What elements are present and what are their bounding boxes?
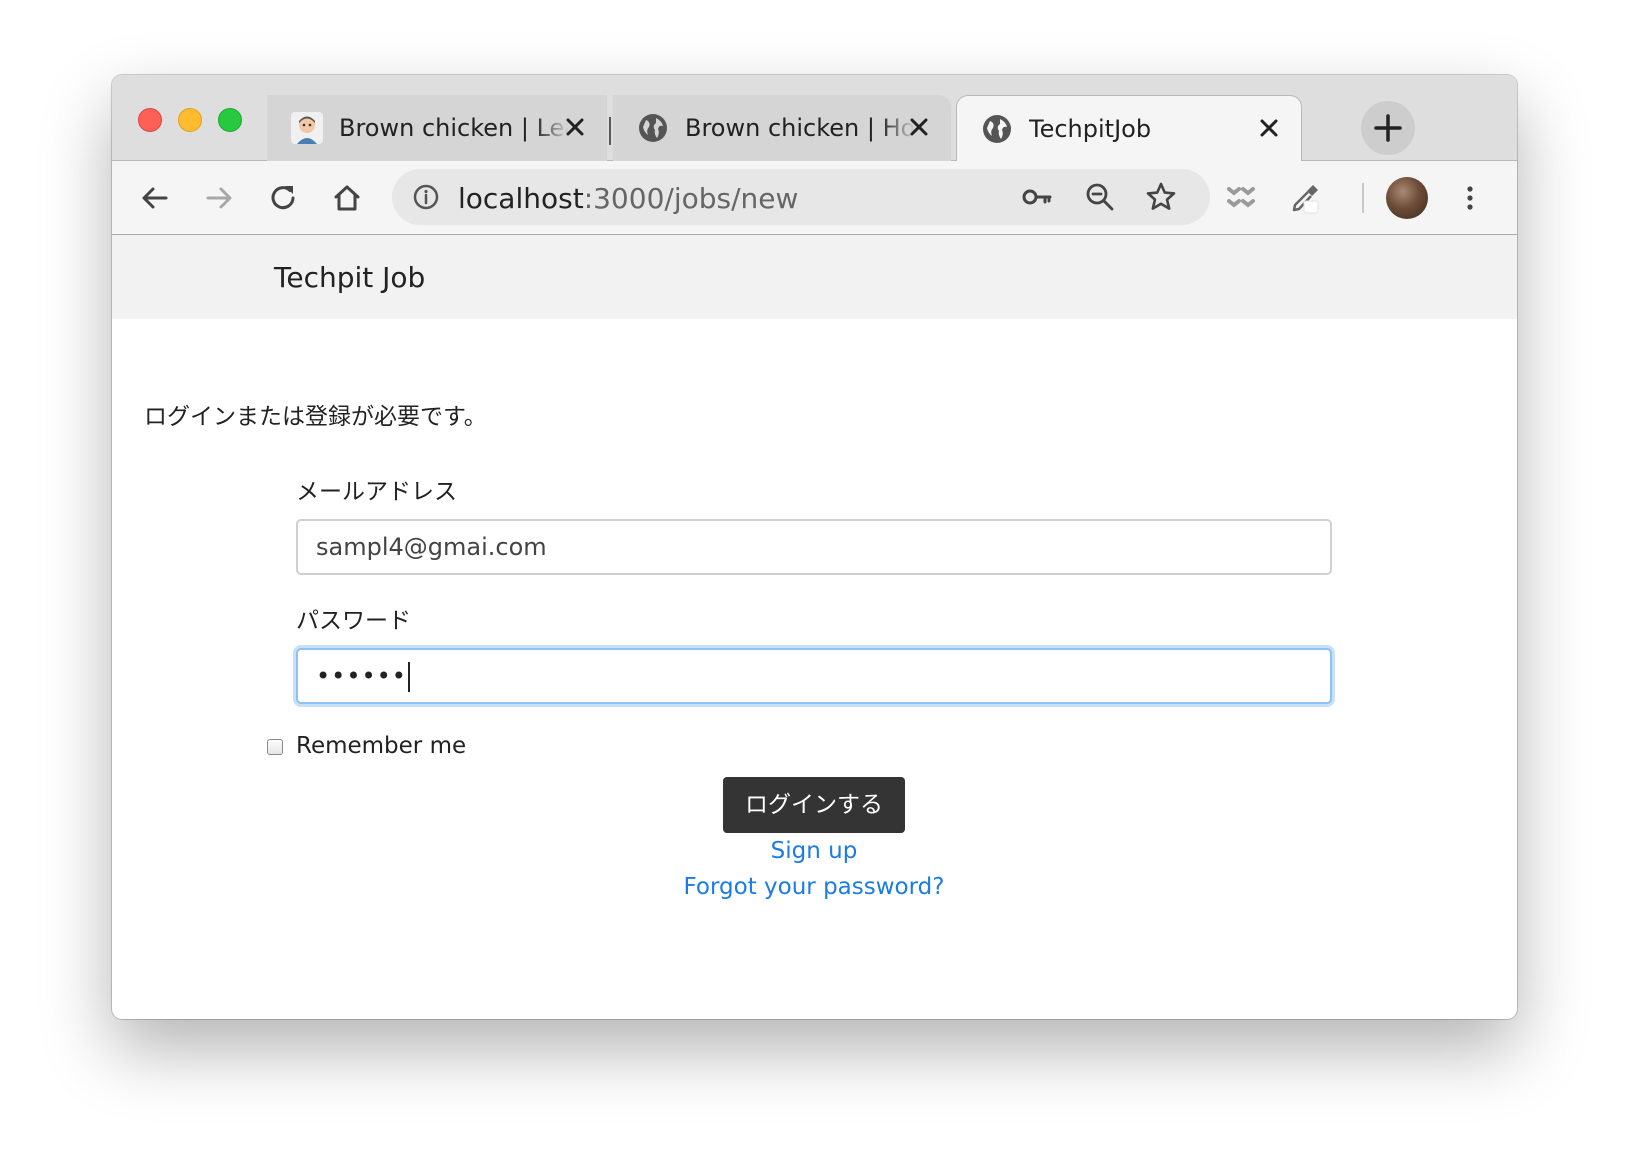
tab-brown-chicken-learn[interactable]: Brown chicken | Lea xyxy=(267,95,607,161)
browser-window: Brown chicken | Lea Brown chicken | Hon xyxy=(112,75,1517,1019)
tab-brown-chicken-home[interactable]: Brown chicken | Hon xyxy=(613,95,951,161)
tab-title: TechpitJob xyxy=(1029,115,1152,143)
eyedropper-icon[interactable] xyxy=(1288,181,1322,215)
tab-strip: Brown chicken | Lea Brown chicken | Hon xyxy=(112,75,1517,162)
home-icon[interactable] xyxy=(330,181,364,215)
email-label: メールアドレス xyxy=(296,479,457,505)
window-minimize-button[interactable] xyxy=(178,108,202,132)
zoom-out-icon[interactable] xyxy=(1084,181,1116,213)
extension-icon[interactable] xyxy=(1224,181,1258,215)
password-value: •••••• xyxy=(316,662,407,690)
tab-title: Brown chicken | Lea xyxy=(339,114,569,142)
url-text: localhost:3000/jobs/new xyxy=(458,182,798,215)
site-brand-link[interactable]: Techpit Job xyxy=(274,261,425,294)
window-close-button[interactable] xyxy=(138,108,162,132)
info-icon[interactable] xyxy=(412,183,440,211)
remember-me-checkbox[interactable] xyxy=(267,739,283,755)
tab-techpitjob[interactable]: TechpitJob xyxy=(956,95,1302,162)
toolbar-divider xyxy=(1362,183,1364,213)
flash-alert: ログインまたは登録が必要です。 xyxy=(144,404,487,430)
text-caret xyxy=(407,662,410,692)
address-bar[interactable]: localhost:3000/jobs/new xyxy=(392,169,1210,225)
email-field[interactable]: sampl4@gmai.com xyxy=(296,519,1332,575)
url-host: localhost xyxy=(458,182,584,215)
bookmark-star-icon[interactable] xyxy=(1144,180,1178,214)
reload-icon[interactable] xyxy=(266,181,300,215)
password-label: パスワード xyxy=(296,608,411,634)
close-icon[interactable] xyxy=(905,113,933,141)
forgot-password-link[interactable]: Forgot your password? xyxy=(614,874,1014,900)
close-icon[interactable] xyxy=(1255,114,1283,142)
tab-title: Brown chicken | Hon xyxy=(685,114,915,142)
forward-arrow-icon[interactable] xyxy=(202,181,236,215)
login-button[interactable]: ログインする xyxy=(723,777,905,833)
window-maximize-button[interactable] xyxy=(218,108,242,132)
site-navbar: Techpit Job xyxy=(112,235,1517,319)
password-field[interactable]: •••••• xyxy=(296,648,1332,704)
key-icon[interactable] xyxy=(1022,183,1052,211)
globe-icon xyxy=(983,115,1011,143)
sign-up-link[interactable]: Sign up xyxy=(614,838,1014,864)
new-tab-button[interactable] xyxy=(1361,101,1415,155)
plus-icon xyxy=(1374,114,1402,142)
close-icon[interactable] xyxy=(561,113,589,141)
email-value: sampl4@gmai.com xyxy=(316,533,547,561)
back-arrow-icon[interactable] xyxy=(138,181,172,215)
url-path: :3000/jobs/new xyxy=(583,182,799,215)
globe-icon xyxy=(639,114,667,142)
tab-separator xyxy=(609,117,611,145)
profile-avatar[interactable] xyxy=(1386,177,1428,219)
remember-me-label[interactable]: Remember me xyxy=(296,733,466,759)
avatar-favicon-icon xyxy=(291,112,323,144)
menu-kebab-icon[interactable] xyxy=(1453,181,1487,215)
browser-toolbar: localhost:3000/jobs/new xyxy=(112,161,1517,235)
